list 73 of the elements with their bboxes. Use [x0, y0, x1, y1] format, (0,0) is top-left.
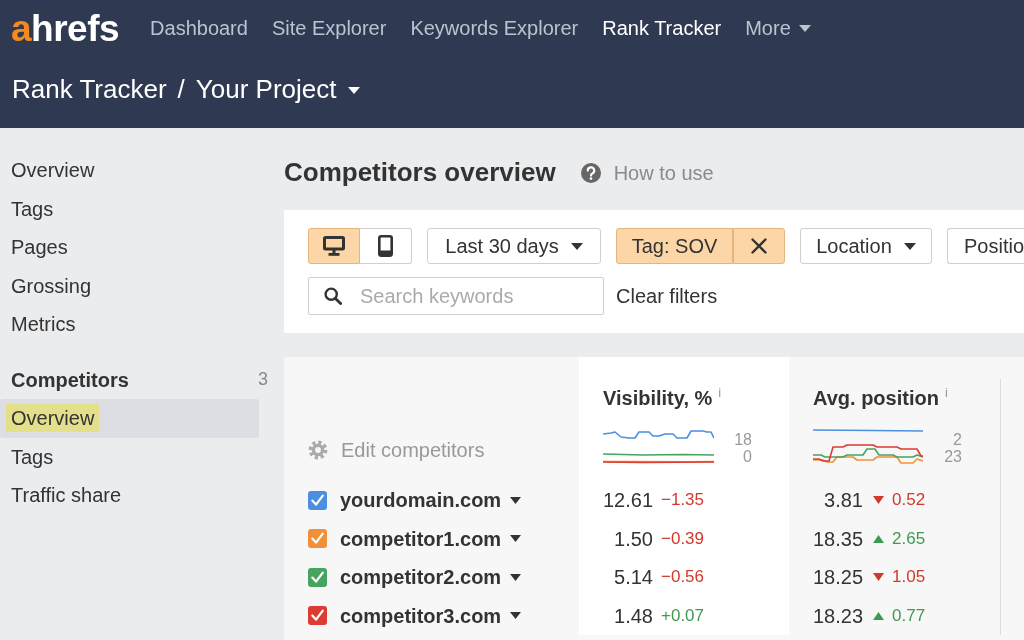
- sidebar-item[interactable]: Overview: [0, 399, 259, 438]
- sidebar-item[interactable]: Traffic share: [0, 476, 259, 515]
- column-header[interactable]: Visibility, %: [603, 386, 713, 410]
- desktop-toggle[interactable]: [308, 228, 360, 264]
- domain-dropdown[interactable]: competitor2.com: [340, 565, 522, 590]
- close-icon: [751, 238, 767, 254]
- caret-icon: [510, 535, 522, 543]
- cell-value: 18.25: [813, 565, 863, 590]
- cell-value: 1.50: [613, 526, 653, 551]
- nav-link[interactable]: Keywords Explorer: [410, 16, 579, 40]
- breadcrumb-separator: /: [177, 74, 185, 106]
- nav-link[interactable]: Rank Tracker: [602, 16, 722, 40]
- filter-button[interactable]: Positio: [947, 228, 1024, 264]
- sidebar-item[interactable]: Tags: [0, 437, 259, 476]
- sidebar-item[interactable]: Metrics: [0, 305, 259, 344]
- cell-value: 5.14: [613, 565, 653, 590]
- axis-label: 23: [943, 448, 962, 465]
- cell-value: 18.35: [813, 526, 863, 551]
- change-value: 1.05: [892, 567, 926, 588]
- caret-icon: [347, 86, 360, 94]
- search-field[interactable]: Search keywords: [308, 277, 604, 315]
- mobile-toggle[interactable]: [360, 228, 412, 264]
- help-icon: [580, 163, 601, 183]
- filter-dropdown[interactable]: Location: [800, 228, 932, 264]
- sidebar-item[interactable]: Tags: [0, 189, 259, 228]
- page-title: Competitors overview: [284, 157, 556, 189]
- sidebar-section-title: Competitors: [11, 367, 129, 392]
- logo[interactable]: ahrefs: [11, 9, 120, 47]
- sidebar-item[interactable]: Overview: [0, 151, 259, 190]
- nav-menu-link[interactable]: More: [745, 16, 811, 40]
- cell-value: 18.23: [813, 603, 863, 628]
- change-value: +0.07: [661, 605, 704, 626]
- caret-icon: [570, 242, 583, 250]
- axis-label: 0: [742, 448, 752, 465]
- column-header[interactable]: Avg. position: [813, 386, 939, 410]
- change-value: −0.39: [661, 528, 704, 549]
- cell-value: 12.61: [603, 488, 653, 513]
- checkbox[interactable]: [308, 606, 327, 626]
- nav-link[interactable]: Dashboard: [150, 16, 248, 40]
- clear-filters-link[interactable]: Clear filters: [616, 284, 718, 308]
- monitor-icon: [323, 236, 345, 256]
- project-dropdown[interactable]: Your Project: [195, 74, 360, 106]
- caret-icon: [510, 496, 522, 504]
- change-value: −0.56: [661, 567, 704, 588]
- count-label: 3: [258, 368, 268, 391]
- sidebar-item[interactable]: Pages: [0, 228, 259, 267]
- search-icon: [324, 287, 342, 305]
- change-value: 0.77: [892, 605, 926, 626]
- tag-filter-button[interactable]: Tag: SOV: [616, 228, 733, 264]
- domain-dropdown[interactable]: competitor1.com: [340, 526, 522, 551]
- axis-label: 18: [733, 431, 752, 448]
- axis-label: 2: [952, 431, 962, 448]
- change-value: −1.35: [661, 490, 704, 511]
- breadcrumb-link[interactable]: Rank Tracker: [12, 74, 167, 106]
- sidebar-item[interactable]: Grossing: [0, 266, 259, 305]
- caret-icon: [510, 612, 522, 620]
- domain-dropdown[interactable]: yourdomain.com: [340, 488, 522, 513]
- cell-value: 1.48: [613, 603, 653, 628]
- domain-dropdown[interactable]: competitor3.com: [340, 603, 522, 628]
- change-value: 2.65: [892, 528, 926, 549]
- remove-filter-button[interactable]: [733, 228, 785, 264]
- filter-dropdown[interactable]: Last 30 days: [427, 228, 601, 264]
- caret-icon: [903, 242, 916, 250]
- phone-icon: [378, 235, 393, 257]
- caret-icon: [798, 24, 811, 32]
- caret-icon: [510, 573, 522, 581]
- checkbox[interactable]: [308, 490, 327, 510]
- checkbox[interactable]: [308, 567, 327, 587]
- change-value: 0.52: [892, 490, 926, 511]
- gear-icon: [308, 440, 328, 460]
- nav-link[interactable]: Site Explorer: [271, 16, 387, 40]
- checkbox[interactable]: [308, 529, 327, 549]
- cell-value: 3.81: [823, 488, 863, 513]
